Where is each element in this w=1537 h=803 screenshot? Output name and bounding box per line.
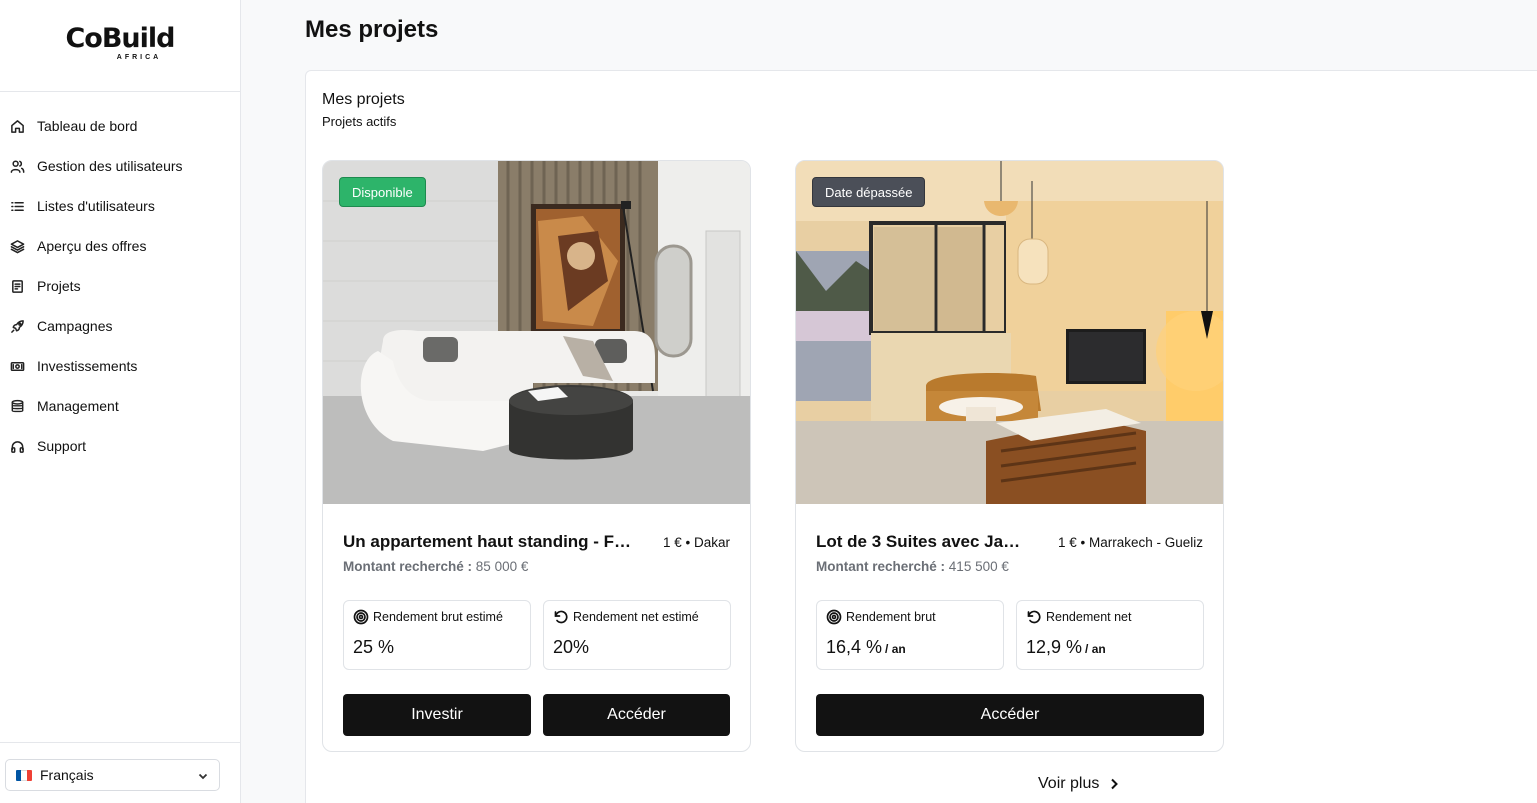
stat-value: 20%	[553, 637, 590, 657]
stat-label: Rendement brut estimé	[373, 610, 503, 624]
sidebar: CoBuild AFRICA Tableau de bord Gestion d…	[0, 0, 241, 803]
amount-value: 415 500 €	[948, 559, 1009, 574]
sidebar-item-management[interactable]: Management	[0, 386, 240, 426]
users-icon	[9, 158, 25, 174]
logo-subtext: AFRICA	[116, 53, 162, 61]
project-card: Date dépassée Lot de 3 Suites avec Ja… 1…	[795, 160, 1224, 752]
stat-label: Rendement net estimé	[573, 610, 699, 624]
sidebar-item-gestion-utilisateurs[interactable]: Gestion des utilisateurs	[0, 146, 240, 186]
layers-icon	[9, 238, 25, 254]
stat-label: Rendement net	[1046, 610, 1132, 624]
amount-value: 85 000 €	[475, 559, 529, 574]
sidebar-item-label: Support	[37, 438, 87, 454]
rocket-icon	[9, 318, 25, 334]
project-image: Disponible	[323, 161, 750, 504]
stat-unit: / an	[885, 642, 906, 656]
panel-title: Mes projets	[322, 91, 405, 108]
project-image: Date dépassée	[796, 161, 1223, 504]
list-icon	[9, 198, 25, 214]
language-label: Français	[40, 767, 94, 783]
project-location: 1 € • Dakar	[662, 535, 730, 550]
database-icon	[9, 398, 25, 414]
logo-text: CoBuild	[65, 22, 175, 54]
sidebar-nav: Tableau de bord Gestion des utilisateurs…	[0, 92, 240, 466]
panel-subtitle: Projets actifs	[322, 114, 397, 129]
project-amount: Montant recherché : 415 500 €	[816, 559, 1009, 574]
sidebar-footer: Français	[0, 742, 240, 803]
language-select[interactable]: Français	[5, 759, 220, 791]
access-button[interactable]: Accéder	[816, 694, 1204, 736]
home-icon	[9, 118, 25, 134]
project-amount: Montant recherché : 85 000 €	[343, 559, 528, 574]
sidebar-item-listes-utilisateurs[interactable]: Listes d'utilisateurs	[0, 186, 240, 226]
status-badge: Date dépassée	[812, 177, 926, 207]
see-more-link[interactable]: Voir plus	[1038, 775, 1121, 793]
projects-panel: Mes projets Projets actifs Disponible Un…	[305, 70, 1537, 803]
document-icon	[9, 278, 25, 294]
french-flag-icon	[16, 769, 32, 781]
rotate-ccw-icon	[553, 609, 569, 625]
sidebar-item-tableau-de-bord[interactable]: Tableau de bord	[0, 106, 240, 146]
sidebar-item-campagnes[interactable]: Campagnes	[0, 306, 240, 346]
sidebar-item-projets[interactable]: Projets	[0, 266, 240, 306]
headphones-icon	[9, 438, 25, 454]
sidebar-item-label: Investissements	[37, 358, 138, 374]
sidebar-item-investissements[interactable]: Investissements	[0, 346, 240, 386]
chevron-down-icon	[197, 769, 209, 781]
money-icon	[9, 358, 25, 374]
sidebar-item-support[interactable]: Support	[0, 426, 240, 466]
project-location: 1 € • Marrakech - Gueliz	[1057, 535, 1203, 550]
sidebar-item-label: Listes d'utilisateurs	[37, 198, 155, 214]
project-card: Disponible Un appartement haut standing …	[322, 160, 751, 752]
see-more-label: Voir plus	[1038, 775, 1100, 792]
chevron-right-icon	[1111, 778, 1119, 790]
stat-box: Rendement net estimé 20%	[543, 600, 731, 670]
amount-label: Montant recherché :	[816, 559, 946, 574]
target-icon	[353, 609, 369, 625]
sidebar-item-label: Aperçu des offres	[37, 238, 147, 254]
status-badge: Disponible	[339, 177, 426, 207]
sidebar-item-apercu-offres[interactable]: Aperçu des offres	[0, 226, 240, 266]
stat-value: 16,4 %	[826, 637, 883, 657]
sidebar-item-label: Tableau de bord	[37, 118, 138, 134]
stat-box: Rendement brut 16,4 % / an	[816, 600, 1004, 670]
sidebar-item-label: Campagnes	[37, 318, 113, 334]
logo[interactable]: CoBuild AFRICA	[0, 0, 240, 92]
stat-value: 12,9 %	[1026, 637, 1083, 657]
stat-box: Rendement net 12,9 % / an	[1016, 600, 1204, 670]
sidebar-item-label: Projets	[37, 278, 81, 294]
invest-button[interactable]: Investir	[343, 694, 531, 736]
stat-box: Rendement brut estimé 25 %	[343, 600, 531, 670]
project-title: Un appartement haut standing - F…	[343, 532, 632, 551]
stat-label: Rendement brut	[846, 610, 936, 624]
sidebar-item-label: Gestion des utilisateurs	[37, 158, 183, 174]
rotate-ccw-icon	[1026, 609, 1042, 625]
target-icon	[826, 609, 842, 625]
project-title: Lot de 3 Suites avec Ja…	[816, 532, 1021, 551]
access-button[interactable]: Accéder	[543, 694, 730, 736]
page-title: Mes projets	[305, 16, 439, 43]
amount-label: Montant recherché :	[343, 559, 473, 574]
stat-unit: / an	[1085, 642, 1106, 656]
sidebar-item-label: Management	[37, 398, 119, 414]
stat-value: 25 %	[353, 637, 395, 657]
